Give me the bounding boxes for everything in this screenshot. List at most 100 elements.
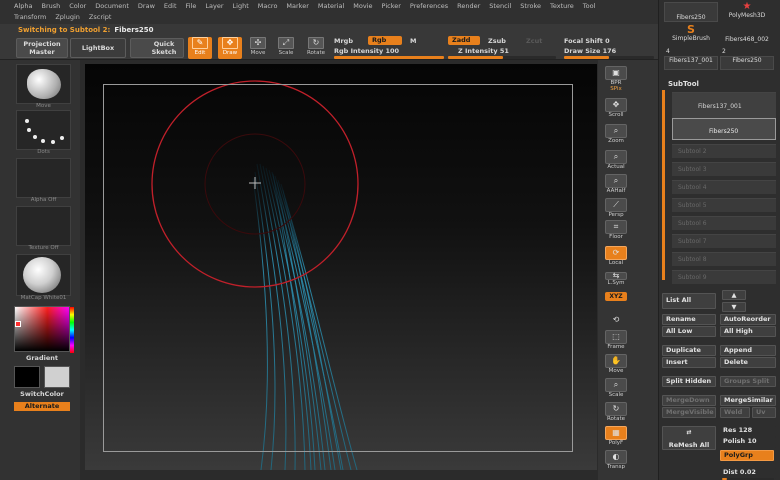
res-slider[interactable]: Res 128 — [720, 426, 776, 437]
uv-button[interactable]: Uv — [752, 407, 776, 418]
menu-layer[interactable]: Layer — [205, 2, 223, 10]
menu-file[interactable]: File — [186, 2, 197, 10]
move-button[interactable]: ✣ Move — [246, 37, 270, 59]
main-color-swatch[interactable] — [14, 366, 40, 388]
rename-button[interactable]: Rename — [662, 314, 716, 325]
subtool-empty-slot[interactable]: Subtool 6 — [672, 216, 776, 230]
rgb-intensity-slider[interactable]: Rgb Intensity 100 — [334, 47, 399, 55]
frame-button[interactable]: ⬚ Frame — [602, 330, 630, 350]
draw-button[interactable]: ✥ Draw — [218, 37, 242, 59]
z-intensity-slider[interactable]: Z Intensity 51 — [458, 47, 509, 55]
weld-button[interactable]: Weld — [720, 407, 750, 418]
subtool-empty-slot[interactable]: Subtool 9 — [672, 270, 776, 284]
polygrp-toggle[interactable]: PolyGrp — [720, 450, 774, 461]
gyro-button[interactable]: ⟲ — [602, 314, 630, 328]
all-high-button[interactable]: All High — [720, 326, 776, 337]
menu-texture[interactable]: Texture — [550, 2, 574, 10]
remesh-all-button[interactable]: ⇄ ReMesh All — [662, 426, 716, 450]
xyz-button[interactable]: XYZ — [602, 292, 630, 301]
switch-color-button[interactable]: SwitchColor — [14, 390, 70, 398]
alternate-button[interactable]: Alternate — [14, 402, 70, 411]
menu-edit[interactable]: Edit — [164, 2, 177, 10]
subtool-empty-slot[interactable]: Subtool 2 — [672, 144, 776, 158]
menu-zplugin[interactable]: Zplugin — [55, 13, 80, 21]
persp-button[interactable]: ⟋ Persp — [602, 198, 630, 218]
focal-shift-slider[interactable]: Focal Shift 0 — [564, 37, 610, 45]
aahalf-button[interactable]: ⌕ AAHalf — [602, 174, 630, 194]
merge-visible-button[interactable]: MergeVisible — [662, 407, 716, 418]
menu-zscript[interactable]: Zscript — [89, 13, 112, 21]
all-low-button[interactable]: All Low — [662, 326, 716, 337]
menu-movie[interactable]: Movie — [353, 2, 372, 10]
tool-thumb-simplebrush[interactable]: S SimpleBrush — [664, 24, 718, 44]
merge-similar-button[interactable]: MergeSimilar — [720, 395, 776, 406]
menu-draw[interactable]: Draw — [138, 2, 155, 10]
subtool-empty-slot[interactable]: Subtool 5 — [672, 198, 776, 212]
menu-tool[interactable]: Tool — [583, 2, 596, 10]
edit-button[interactable]: ✎ Edit — [188, 37, 212, 59]
draw-size-slider[interactable]: Draw Size 176 — [564, 47, 616, 55]
menu-alpha[interactable]: Alpha — [14, 2, 32, 10]
menu-macro[interactable]: Macro — [258, 2, 278, 10]
lsym-button[interactable]: ⇆ L.Sym — [602, 272, 630, 286]
scale-view-button[interactable]: ⌕ Scale — [602, 378, 630, 398]
zsub-toggle[interactable]: Zsub — [488, 37, 506, 45]
draw-size-track[interactable] — [564, 56, 654, 59]
move-up-button[interactable]: ▲ — [722, 290, 746, 300]
menu-document[interactable]: Document — [95, 2, 129, 10]
zadd-toggle[interactable]: Zadd — [448, 36, 480, 45]
tool-thumb-polymesh3d[interactable]: ★ PolyMesh3D — [720, 2, 774, 22]
merge-down-button[interactable]: MergeDown — [662, 395, 716, 406]
actual-button[interactable]: ⌕ Actual — [602, 150, 630, 170]
scale-button[interactable]: ⤢ Scale — [274, 37, 298, 59]
auto-reorder-button[interactable]: AutoReorder — [720, 314, 776, 325]
color-selector-marker[interactable] — [15, 321, 21, 327]
subtool-empty-slot[interactable]: Subtool 4 — [672, 180, 776, 194]
subtool-item-fibers250-selected[interactable]: Fibers250 — [672, 118, 776, 140]
menu-stencil[interactable]: Stencil — [489, 2, 511, 10]
subtool-panel-title[interactable]: SubTool — [668, 80, 699, 88]
subtool-empty-slot[interactable]: Subtool 8 — [672, 252, 776, 266]
polish-slider[interactable]: Polish 10 — [720, 437, 776, 448]
polyf-button[interactable]: ▦ PolyF — [602, 426, 630, 446]
brush-thumbnail[interactable] — [16, 64, 71, 104]
hue-strip[interactable] — [70, 307, 74, 353]
spix-control[interactable]: SPix — [602, 86, 630, 92]
subtool-item-fibers137[interactable]: Fibers137_001 — [672, 92, 776, 118]
insert-button[interactable]: Insert — [662, 357, 716, 368]
tool-thumb-fibers250[interactable]: Fibers250 — [664, 2, 718, 22]
rotate-button[interactable]: ↻ Rotate — [304, 37, 328, 59]
m-toggle[interactable]: M — [410, 37, 416, 45]
subtool-scrollbar[interactable] — [662, 90, 665, 280]
bpr-button[interactable]: ▣ BPR — [602, 66, 630, 86]
tool-thumb-fibers468[interactable]: Fibers468_002 — [720, 36, 774, 56]
floor-button[interactable]: ⌗ Floor — [602, 220, 630, 240]
local-button[interactable]: ⟳ Local — [602, 246, 630, 266]
zcut-toggle[interactable]: Zcut — [526, 37, 542, 45]
material-thumbnail[interactable] — [16, 254, 71, 296]
menu-light[interactable]: Light — [233, 2, 249, 10]
tool-thumb-fibers250b[interactable]: Fibers250 — [720, 56, 774, 70]
list-all-button[interactable]: List All — [662, 293, 716, 309]
duplicate-button[interactable]: Duplicate — [662, 345, 716, 356]
subtool-empty-slot[interactable]: Subtool 3 — [672, 162, 776, 176]
subtool-empty-slot[interactable]: Subtool 7 — [672, 234, 776, 248]
alpha-thumbnail[interactable] — [16, 158, 71, 198]
menu-preferences[interactable]: Preferences — [410, 2, 448, 10]
gradient-toggle[interactable]: Gradient — [14, 354, 70, 362]
tool-thumb-fibers137[interactable]: Fibers137_001 — [664, 56, 718, 70]
rgb-toggle[interactable]: Rgb — [368, 36, 402, 45]
menu-color[interactable]: Color — [69, 2, 86, 10]
z-intensity-track[interactable] — [448, 56, 556, 59]
menu-render[interactable]: Render — [457, 2, 480, 10]
move-view-button[interactable]: ✋ Move — [602, 354, 630, 374]
split-hidden-button[interactable]: Split Hidden — [662, 376, 716, 387]
rgb-intensity-track[interactable] — [334, 56, 444, 59]
zoom-button[interactable]: ⌕ Zoom — [602, 124, 630, 144]
move-down-button[interactable]: ▼ — [722, 302, 746, 312]
append-button[interactable]: Append — [720, 345, 776, 356]
stroke-thumbnail[interactable] — [16, 110, 71, 150]
groups-split-button[interactable]: Groups Split — [720, 376, 776, 387]
secondary-color-swatch[interactable] — [44, 366, 70, 388]
menu-material[interactable]: Material — [318, 2, 344, 10]
